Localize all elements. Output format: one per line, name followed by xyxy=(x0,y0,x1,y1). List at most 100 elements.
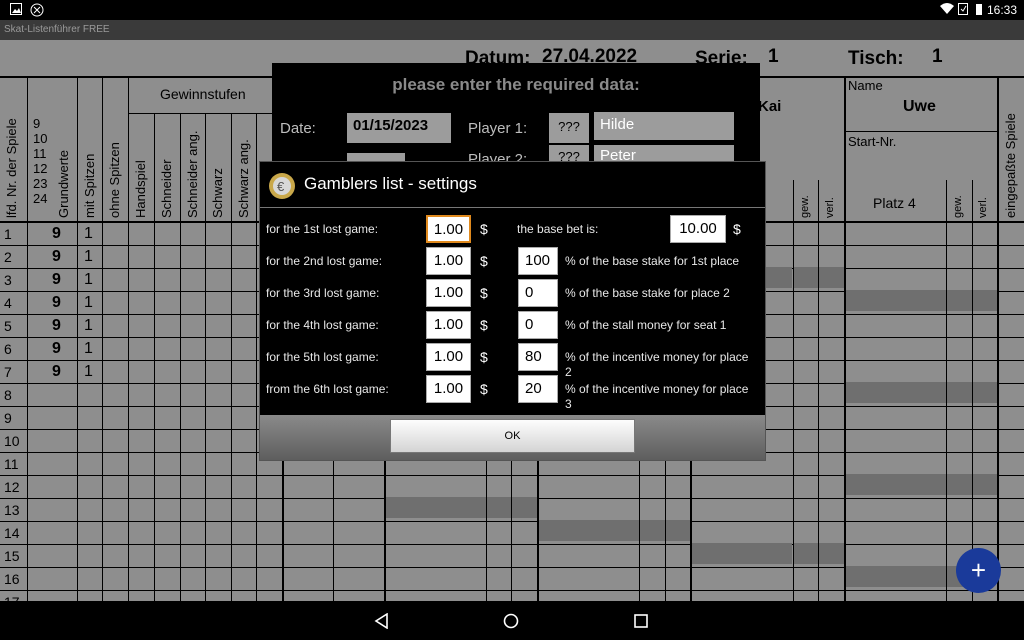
lost-game-currency: $ xyxy=(480,253,488,269)
grundwert-header-value: 24 xyxy=(33,191,48,206)
base-bet-input[interactable]: 10.00 xyxy=(670,215,726,243)
row-number: 15 xyxy=(4,548,20,564)
serie-value: 1 xyxy=(768,46,779,67)
eingepasste-header: eingepaßte Spiele xyxy=(1003,113,1018,218)
mit-spitzen-header: mit Spitzen xyxy=(82,153,97,218)
row-grundwert: 9 xyxy=(52,317,61,334)
row-spitzen: 1 xyxy=(84,271,93,288)
lost-game-currency: $ xyxy=(480,285,488,301)
row-spitzen: 1 xyxy=(84,248,93,265)
gew-header-3: gew. xyxy=(799,195,811,218)
player-kai-name: Kai xyxy=(758,98,782,115)
base-bet-currency: $ xyxy=(733,221,741,237)
percent-input[interactable]: 80 xyxy=(518,343,558,371)
row-number: 10 xyxy=(4,433,20,449)
euro-coin-icon: € xyxy=(268,172,296,205)
row-number: 13 xyxy=(4,502,20,518)
grundwert-header-value: 23 xyxy=(33,176,48,191)
add-fab-button[interactable]: + xyxy=(956,548,1001,593)
clock: 16:33 xyxy=(986,3,1017,17)
lost-game-amount-input[interactable]: 1.00 xyxy=(426,279,471,307)
percent-input[interactable]: 0 xyxy=(518,311,558,339)
start-nr-label: Start-Nr. xyxy=(848,134,897,149)
wifi-icon xyxy=(940,3,954,18)
gew-header-4: gew. xyxy=(952,195,964,218)
row-number: 7 xyxy=(4,364,12,380)
row-number: 4 xyxy=(4,295,12,311)
row-number: 5 xyxy=(4,318,12,334)
percent-label: % of the base stake for 1st place xyxy=(565,254,740,268)
grundwert-header-value: 12 xyxy=(33,161,48,176)
svg-text:€: € xyxy=(277,179,285,194)
row-grundwert: 9 xyxy=(52,340,61,357)
percent-label: % of the incentive money for place 2 xyxy=(565,350,749,379)
schwarz-ang-header: Schwarz ang. xyxy=(236,139,251,218)
percent-label: % of the base stake for place 2 xyxy=(565,286,730,300)
battery-saver-icon xyxy=(958,3,968,18)
lost-game-amount-input[interactable]: 1.00 xyxy=(426,215,471,243)
verl-header-3: verl. xyxy=(824,197,836,218)
entry-dialog-title: please enter the required data: xyxy=(392,75,640,94)
lost-game-amount-input[interactable]: 1.00 xyxy=(426,375,471,403)
verl-header-4: verl. xyxy=(977,197,989,218)
lost-game-currency: $ xyxy=(480,349,488,365)
gewinnstufen-header: Gewinnstufen xyxy=(160,86,246,102)
signal-icon xyxy=(975,3,985,18)
lost-game-label: for the 5th lost game: xyxy=(266,350,379,364)
row-spitzen: 1 xyxy=(84,294,93,311)
lost-game-label: from the 6th lost game: xyxy=(266,382,389,396)
row-spitzen: 1 xyxy=(84,317,93,334)
percent-input[interactable]: 20 xyxy=(518,375,558,403)
base-bet-label: the base bet is: xyxy=(517,222,599,236)
settings-dialog-header: € Gamblers list - settings xyxy=(260,162,765,208)
grundwert-header-value: 9 xyxy=(33,116,41,131)
row-number: 8 xyxy=(4,387,12,403)
home-icon[interactable] xyxy=(503,613,519,634)
grundwert-header-value: 11 xyxy=(33,146,47,161)
row-number: 14 xyxy=(4,525,20,541)
navigation-bar xyxy=(0,601,1024,640)
row-number: 1 xyxy=(4,226,12,242)
grundwert-header-value: 10 xyxy=(33,131,48,146)
dialog-button-bar: OK xyxy=(260,415,765,460)
lost-game-amount-input[interactable]: 1.00 xyxy=(426,343,471,371)
handspiel-header: Handspiel xyxy=(133,160,148,218)
name-label: Name xyxy=(848,78,883,93)
lost-game-currency: $ xyxy=(480,317,488,333)
date-field[interactable]: 01/15/2023 xyxy=(347,113,451,143)
row-number: 16 xyxy=(4,571,20,587)
row-grundwert: 9 xyxy=(52,248,61,265)
recents-icon[interactable] xyxy=(634,614,648,633)
tisch-label: Tisch: xyxy=(848,48,904,69)
percent-label: % of the incentive money for place 3 xyxy=(565,382,749,411)
settings-dialog: € Gamblers list - settings for the 1st l… xyxy=(259,161,766,461)
back-icon[interactable] xyxy=(374,612,390,634)
row-number: 12 xyxy=(4,479,20,495)
percent-input[interactable]: 0 xyxy=(518,279,558,307)
percent-input[interactable]: 100 xyxy=(518,247,558,275)
ohne-spitzen-header: ohne Spitzen xyxy=(107,142,122,218)
player-uwe-name: Uwe xyxy=(903,98,936,115)
schneider-ang-header: Schneider ang. xyxy=(185,130,200,218)
row-spitzen: 1 xyxy=(84,340,93,357)
row-grundwert: 9 xyxy=(52,225,61,242)
row-grundwert: 9 xyxy=(52,294,61,311)
lost-game-amount-input[interactable]: 1.00 xyxy=(426,247,471,275)
row-grundwert: 9 xyxy=(52,363,61,380)
lost-game-amount-input[interactable]: 1.00 xyxy=(426,311,471,339)
image-icon xyxy=(10,3,22,18)
lost-game-label: for the 3rd lost game: xyxy=(266,286,380,300)
row-number: 2 xyxy=(4,249,12,265)
player1-label: Player 1: xyxy=(468,120,528,137)
date-label: Date: xyxy=(280,120,316,137)
player1-code-button[interactable]: ??? xyxy=(549,113,589,143)
ok-button[interactable]: OK xyxy=(390,419,635,453)
lfd-nr-header: lfd. Nr. der Spiele xyxy=(4,118,19,218)
schneider-header: Schneider xyxy=(159,159,174,218)
platz-4-label: Platz 4 xyxy=(873,195,916,211)
x-app-icon xyxy=(30,3,44,20)
lost-game-currency: $ xyxy=(480,221,488,237)
grundwerte-header: Grundwerte xyxy=(56,150,71,218)
player1-name-field[interactable]: Hilde xyxy=(594,112,734,140)
row-spitzen: 1 xyxy=(84,363,93,380)
